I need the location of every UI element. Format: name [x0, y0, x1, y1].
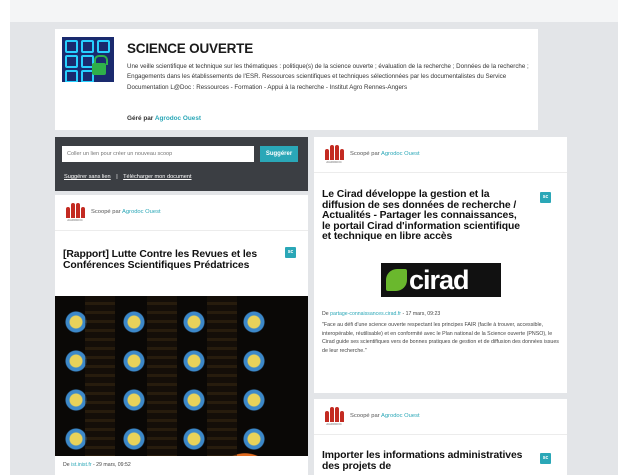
cirad-wordmark: cirad	[409, 265, 470, 295]
cirad-leaf-icon	[386, 269, 407, 291]
post-curator-text: Scoopé par Agrodoc Ouest	[91, 209, 161, 215]
agrodoc-avatar[interactable]: AGRODOC	[322, 145, 346, 165]
post-excerpt: "Face au défi d'une science ouverte resp…	[322, 322, 559, 355]
post-title[interactable]: Importer les informations administrative…	[322, 450, 527, 472]
source-link[interactable]: partage-connaissances.cirad.fr	[330, 311, 401, 317]
scoopit-icon[interactable]: sc	[540, 453, 551, 464]
source-date: - 17 mars, 09:23	[401, 311, 441, 317]
post-curator-row: AGRODOC Scoopé par Agrodoc Ouest	[314, 399, 567, 435]
topic-logo[interactable]	[62, 37, 114, 82]
curator-prefix: Scoopé par	[350, 151, 380, 157]
agrodoc-avatar[interactable]: AGRODOC	[322, 407, 346, 427]
padlock-icon	[92, 55, 108, 75]
curator-link[interactable]: Agrodoc Ouest	[155, 115, 201, 122]
post-source: De partage-connaissances.cirad.fr - 17 m…	[322, 311, 440, 317]
post-curator-text: Scoopé par Agrodoc Ouest	[350, 413, 420, 419]
curator-link[interactable]: Agrodoc Ouest	[381, 151, 420, 157]
suggest-links: Suggérer sans lien | Télécharger mon doc…	[64, 174, 192, 180]
post-title[interactable]: [Rapport] Lutte Contre les Revues et les…	[63, 249, 263, 271]
link-separator: |	[116, 174, 118, 180]
curator-prefix: Scoopé par	[91, 209, 121, 215]
post-title[interactable]: Le Cirad développe la gestion et la diff…	[322, 189, 527, 243]
post-card-right-1: AGRODOC Scoopé par Agrodoc Ouest sc Le C…	[314, 137, 567, 393]
post-curator-row: AGRODOC Scoopé par Agrodoc Ouest	[55, 195, 308, 231]
source-link[interactable]: ist.inist.fr	[71, 462, 91, 468]
suggest-no-link-link[interactable]: Suggérer sans lien	[64, 174, 111, 180]
post-curator-row: AGRODOC Scoopé par Agrodoc Ouest	[314, 137, 567, 173]
suggest-button[interactable]: Suggérer	[260, 146, 298, 162]
topic-header: SCIENCE OUVERTE Une veille scientifique …	[55, 29, 538, 130]
post-source: De ist.inist.fr - 29 mars, 09:52	[63, 462, 131, 468]
suggest-box: Suggérer Suggérer sans lien | Télécharge…	[55, 137, 308, 191]
source-prefix: De	[63, 462, 70, 468]
curator-link[interactable]: Agrodoc Ouest	[122, 209, 161, 215]
topic-title[interactable]: SCIENCE OUVERTE	[127, 41, 253, 56]
source-prefix: De	[322, 311, 329, 317]
scoopit-icon[interactable]: sc	[285, 247, 296, 258]
topic-curator: Géré par Agrodoc Ouest	[127, 115, 201, 122]
curator-prefix: Scoopé par	[350, 413, 380, 419]
source-date: - 29 mars, 09:52	[91, 462, 131, 468]
topic-description: Une veille scientifique et technique sur…	[127, 63, 529, 91]
agrodoc-avatar[interactable]: AGRODOC	[63, 203, 87, 223]
scoopit-icon[interactable]: sc	[540, 192, 551, 203]
suggest-url-input[interactable]	[62, 146, 254, 162]
top-bar	[10, 0, 618, 22]
post-card-left: AGRODOC Scoopé par Agrodoc Ouest sc [Rap…	[55, 195, 308, 475]
cirad-logo-image[interactable]: cirad	[381, 263, 501, 297]
curator-link[interactable]: Agrodoc Ouest	[381, 413, 420, 419]
post-curator-text: Scoopé par Agrodoc Ouest	[350, 151, 420, 157]
post-card-right-2: AGRODOC Scoopé par Agrodoc Ouest sc Impo…	[314, 399, 567, 475]
upload-document-link[interactable]: Télécharger mon document	[123, 174, 191, 180]
post-image[interactable]	[55, 296, 308, 456]
curator-prefix: Géré par	[127, 115, 154, 122]
